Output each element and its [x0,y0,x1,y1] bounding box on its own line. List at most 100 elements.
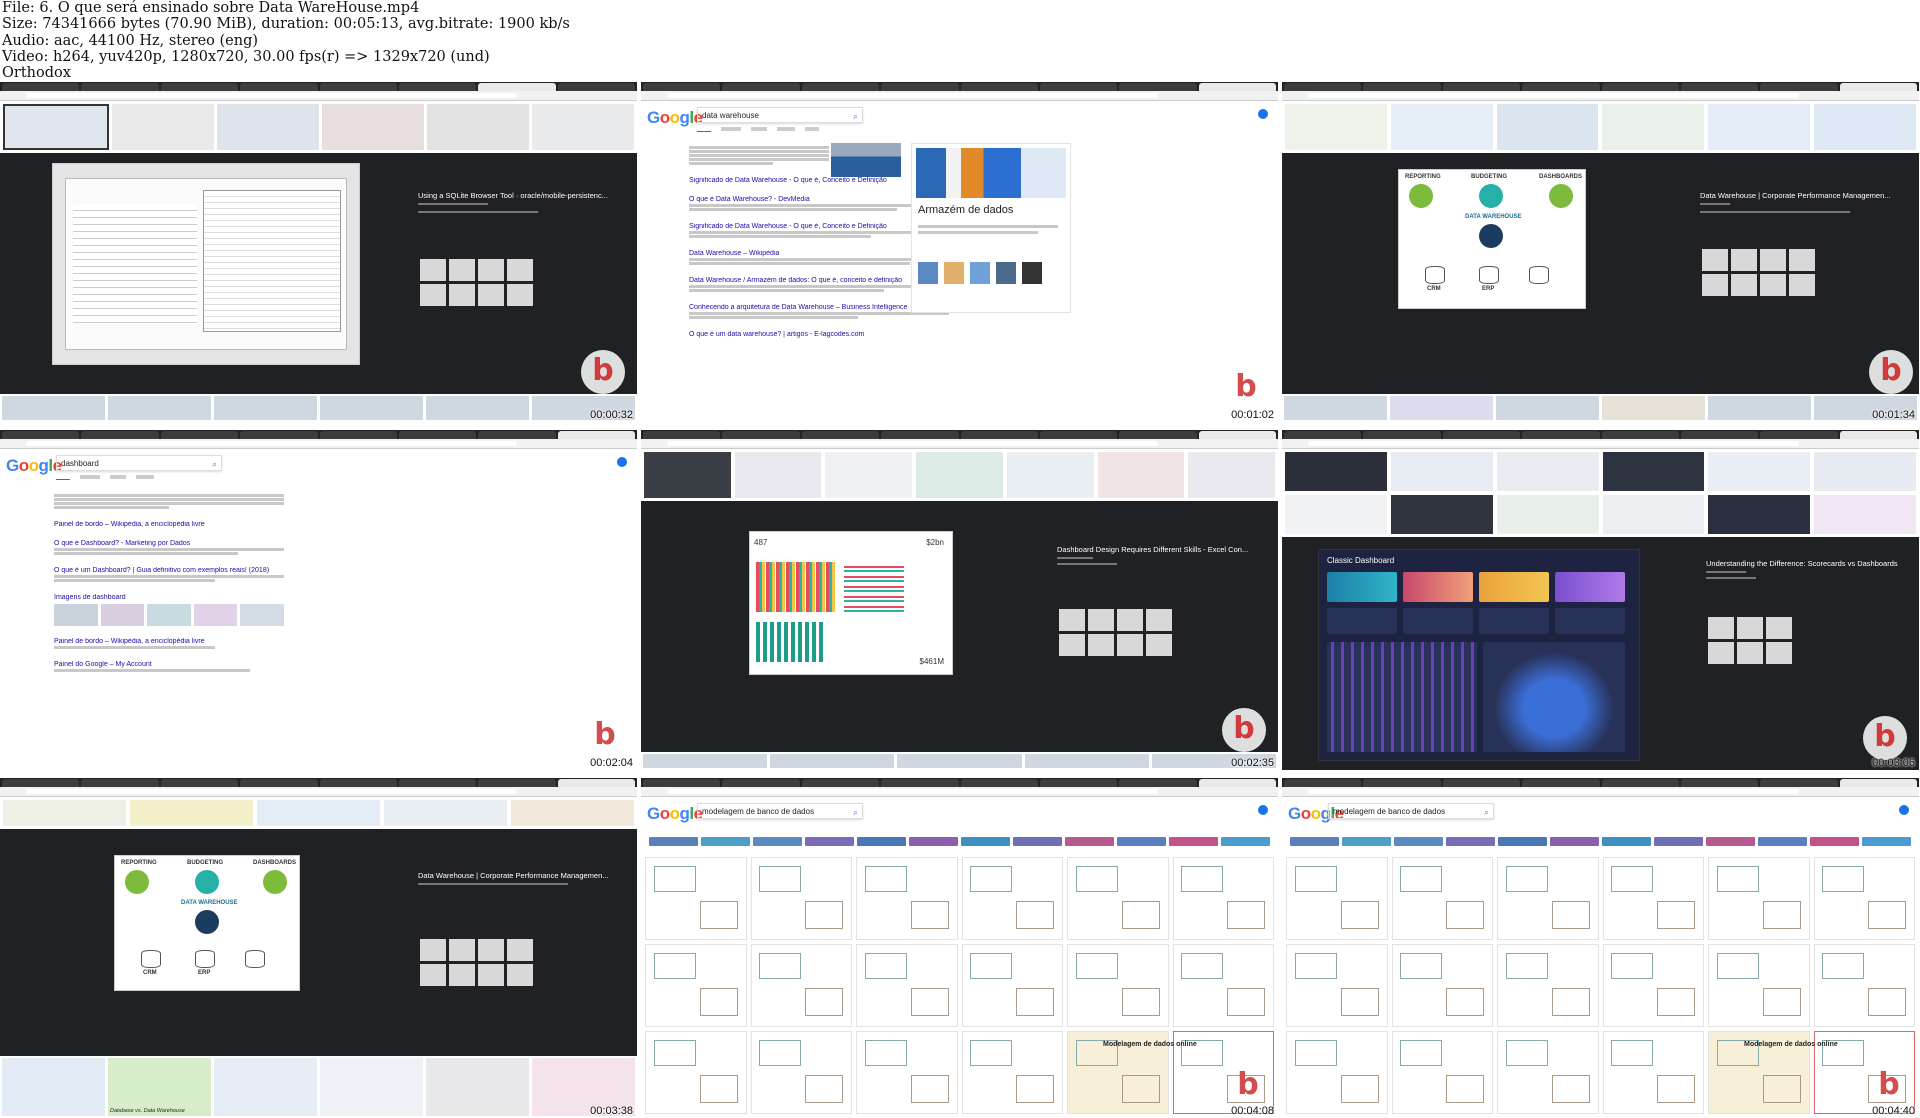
watermark-logo: b [1863,716,1907,760]
account-avatar[interactable] [1258,109,1268,119]
panel-title[interactable]: Understanding the Difference: Scorecards… [1706,559,1898,568]
address-bar[interactable] [1282,787,1919,797]
address-bar[interactable] [1282,439,1919,449]
watermark-logo: b [1869,350,1913,394]
browser-tabs [641,82,1278,91]
related-images [420,939,533,986]
result-title[interactable]: O que é Dashboard? - Marketing por Dados [54,540,284,547]
image-results-row [1282,101,1919,153]
result-title[interactable]: Significado de Data Warehouse - O que é,… [689,223,949,230]
timestamp: 00:03:38 [590,1105,633,1117]
result-title[interactable]: Significado de Data Warehouse - O que é,… [689,177,949,184]
timestamp: 00:03:06 [1872,757,1915,769]
timestamp: 00:02:35 [1231,757,1274,769]
address-bar[interactable] [0,91,637,101]
account-avatar[interactable] [617,457,627,467]
search-input[interactable]: modelagem de banco de dados ⌕ [697,803,863,819]
google-header: Google modelagem de banco de dados ⌕ [1282,797,1919,829]
search-input[interactable]: modelagem de banco de dados ⌕ [1328,803,1494,819]
address-bar[interactable] [641,787,1278,797]
address-bar[interactable] [641,91,1278,101]
dw-diagram[interactable]: REPORTING BUDGETING DASHBOARDS DATA WARE… [114,855,300,991]
google-logo[interactable]: Google [647,108,703,128]
search-icon[interactable]: ⌕ [212,456,217,472]
frame-4: Google dashboard ⌕ Painel de bordo – Wiki… [0,430,637,770]
filter-chips [649,837,1270,846]
knowledge-panel: Armazém de dados [911,143,1071,313]
browser-tabs [1282,778,1919,787]
size-line: Size: 74341666 bytes (70.90 MiB), durati… [2,16,570,33]
google-logo[interactable]: Google [6,456,62,476]
related-images [1059,609,1172,656]
frame-9: Google modelagem de banco de dados ⌕ Mode… [1282,778,1919,1118]
related-images [1702,249,1815,296]
dw-diagram[interactable]: REPORTING BUDGETING DASHBOARDS DATA WARE… [1398,169,1586,309]
search-icon[interactable]: ⌕ [1484,804,1489,820]
panel-title[interactable]: Data Warehouse | Corporate Performance M… [418,871,609,880]
brand-line: Orthodox [2,65,71,82]
address-bar[interactable] [641,439,1278,449]
dashboard-preview[interactable]: 487 $2bn $461M [749,531,953,675]
related-images [420,259,533,306]
frame-8: Google modelagem de banco de dados ⌕ Mode… [641,778,1278,1118]
result-title[interactable]: Data Warehouse – Wikipédia [689,250,949,257]
image-results-grid [641,853,1278,1118]
video-line: Video: h264, yuv420p, 1280x720, 30.00 fp… [2,48,490,65]
address-bar[interactable] [0,439,637,449]
frame-2: Google data warehouse ⌕ Significado de Da… [641,82,1278,422]
account-avatar[interactable] [1258,805,1268,815]
image-results-row [0,101,637,153]
image-strip: Database vs. Data Warehouse [0,1056,637,1118]
result-title[interactable]: Data Warehouse / Armazém de dados: O que… [689,277,949,284]
result-title[interactable]: O que é Data Warehouse? - DevMedia [689,196,949,203]
result-title[interactable]: Painel de bordo – Wikipédia, a enciclopé… [54,638,284,645]
timestamp: 00:04:08 [1231,1105,1274,1117]
result-title[interactable]: O que é um data warehouse? | artigos - E… [689,331,949,338]
watermark-logo: b [1235,369,1257,404]
timestamp: 00:01:02 [1231,409,1274,421]
image-strip [1282,394,1919,422]
result-title[interactable]: Painel do Google – My Account [54,661,284,668]
panel-title[interactable]: Dashboard Design Requires Different Skil… [1057,545,1248,554]
search-tabs [697,127,819,132]
google-header: Google modelagem de banco de dados ⌕ [641,797,1278,829]
search-results: Painel de bordo – Wikipédia, a enciclopé… [54,493,284,684]
frame-3: REPORTING BUDGETING DASHBOARDS DATA WARE… [1282,82,1919,422]
image-preview-panel: Using a SQLite Browser Tool · oracle/mob… [0,153,637,394]
search-input[interactable]: data warehouse ⌕ [697,107,863,123]
image-results-row [0,797,637,829]
account-avatar[interactable] [1899,805,1909,815]
google-header: Google data warehouse ⌕ [641,101,1278,133]
panel-title[interactable]: Data Warehouse | Corporate Performance M… [1700,191,1891,200]
classic-dashboard-image[interactable]: Classic Dashboard [1318,549,1640,761]
browser-tabs [0,430,637,439]
timestamp: 00:02:04 [590,757,633,769]
search-icon[interactable]: ⌕ [853,804,858,820]
browser-tabs [641,430,1278,439]
watermark-logo: b [594,717,616,752]
browser-tabs [1282,82,1919,91]
video-info-header: File: 6. O que será ensinado sobre Data … [0,0,1920,82]
frame-5: 487 $2bn $461M Dashboard Design Requires… [641,430,1278,770]
image-strip [0,394,637,422]
image-preview-panel: REPORTING BUDGETING DASHBOARDS DATA WARE… [1282,153,1919,394]
address-bar[interactable] [0,787,637,797]
result-title[interactable]: Painel de bordo – Wikipédia, a enciclopé… [54,521,284,528]
panel-title[interactable]: Using a SQLite Browser Tool · oracle/mob… [418,191,608,200]
result-title[interactable]: O que é um Dashboard? | Guia definitivo … [54,567,284,574]
filter-chips [1290,837,1911,846]
thumbnail-grid: Using a SQLite Browser Tool · oracle/mob… [0,82,1920,1118]
search-icon[interactable]: ⌕ [853,108,858,124]
preview-image[interactable] [52,163,360,365]
image-preview-panel: Classic Dashboard Understanding the Diff… [1282,537,1919,770]
google-logo[interactable]: Google [647,804,703,824]
result-title[interactable]: Imagens de dashboard [54,594,284,601]
related-images [1708,617,1792,664]
timestamp: 00:00:32 [590,409,633,421]
image-caption: Modelagem de dados online [1103,1041,1197,1048]
address-bar[interactable] [1282,91,1919,101]
image-preview-panel: 487 $2bn $461M Dashboard Design Requires… [641,501,1278,752]
search-input[interactable]: dashboard ⌕ [56,455,222,471]
image-results-grid [1282,853,1919,1118]
result-title[interactable]: Conhecendo a arquitetura de Data Warehou… [689,304,949,311]
